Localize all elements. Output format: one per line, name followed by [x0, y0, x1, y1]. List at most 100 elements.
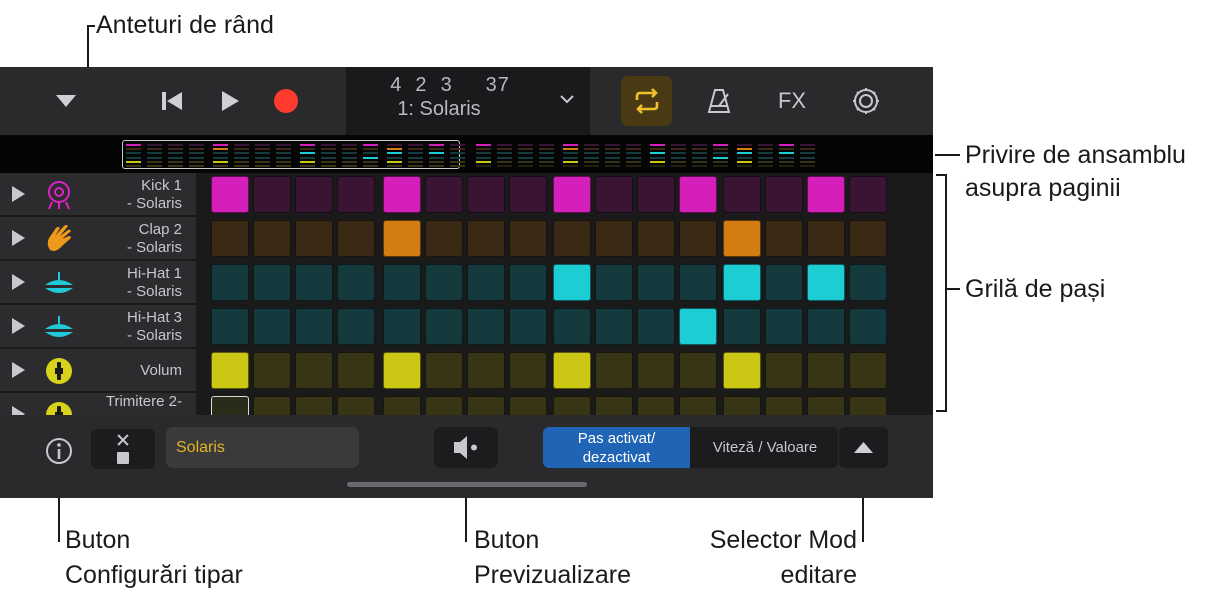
step-cell[interactable] — [211, 264, 249, 301]
step-cell[interactable] — [509, 308, 547, 345]
pattern-name-field[interactable]: Solaris — [166, 427, 359, 468]
expand-row-icon[interactable] — [12, 362, 25, 378]
step-cell[interactable] — [211, 352, 249, 389]
step-cell[interactable] — [295, 264, 333, 301]
expand-row-icon[interactable] — [12, 274, 25, 290]
step-cell[interactable] — [595, 220, 633, 257]
pattern-settings-button[interactable] — [44, 436, 74, 466]
step-cell[interactable] — [425, 264, 463, 301]
page-overview[interactable] — [0, 135, 933, 173]
step-cell[interactable] — [679, 220, 717, 257]
row-header[interactable]: Clap 2- Solaris — [0, 217, 196, 260]
go-to-beginning-button[interactable] — [156, 85, 188, 117]
step-cell[interactable] — [679, 352, 717, 389]
step-cell[interactable] — [383, 352, 421, 389]
step-cell[interactable] — [637, 352, 675, 389]
step-cell[interactable] — [337, 352, 375, 389]
step-cell[interactable] — [765, 264, 803, 301]
row-header[interactable]: Hi-Hat 1- Solaris — [0, 261, 196, 304]
step-cell[interactable] — [849, 264, 887, 301]
step-cell[interactable] — [553, 220, 591, 257]
step-cell[interactable] — [553, 176, 591, 213]
step-cell[interactable] — [467, 220, 505, 257]
step-cell[interactable] — [765, 176, 803, 213]
row-header[interactable]: Kick 1- Solaris — [0, 173, 196, 216]
step-cell[interactable] — [849, 220, 887, 257]
loop-button[interactable] — [621, 76, 672, 126]
step-cell[interactable] — [383, 176, 421, 213]
step-cell[interactable] — [509, 176, 547, 213]
step-cell[interactable] — [723, 308, 761, 345]
step-cell[interactable] — [765, 308, 803, 345]
play-button[interactable] — [214, 85, 246, 117]
step-cell[interactable] — [295, 220, 333, 257]
step-cell[interactable] — [723, 352, 761, 389]
step-cell[interactable] — [211, 176, 249, 213]
step-cell[interactable] — [253, 220, 291, 257]
step-cell[interactable] — [253, 176, 291, 213]
step-cell[interactable] — [807, 176, 845, 213]
step-cell[interactable] — [595, 308, 633, 345]
expand-row-icon[interactable] — [12, 230, 25, 246]
step-cell[interactable] — [295, 308, 333, 345]
step-cell[interactable] — [765, 220, 803, 257]
step-cell[interactable] — [337, 264, 375, 301]
step-cell[interactable] — [849, 308, 887, 345]
step-cell[interactable] — [637, 176, 675, 213]
step-cell[interactable] — [467, 352, 505, 389]
fx-button[interactable]: FX — [772, 85, 812, 117]
step-cell[interactable] — [553, 308, 591, 345]
step-cell[interactable] — [553, 352, 591, 389]
step-cell[interactable] — [253, 308, 291, 345]
metronome-button[interactable] — [703, 85, 735, 117]
step-cell[interactable] — [849, 176, 887, 213]
step-cell[interactable] — [637, 264, 675, 301]
step-cell[interactable] — [383, 264, 421, 301]
expand-row-icon[interactable] — [12, 318, 25, 334]
step-cell[interactable] — [253, 264, 291, 301]
expand-modes-button[interactable] — [839, 427, 888, 468]
step-cell[interactable] — [467, 176, 505, 213]
step-cell[interactable] — [295, 352, 333, 389]
menu-button[interactable] — [50, 85, 82, 117]
step-cell[interactable] — [425, 352, 463, 389]
mode-velocity-value[interactable]: Viteză / Valoare — [692, 427, 838, 468]
step-cell[interactable] — [807, 308, 845, 345]
step-cell[interactable] — [807, 352, 845, 389]
expand-row-icon[interactable] — [12, 186, 25, 202]
mode-step-on-off[interactable]: Pas activat/ dezactivat — [543, 427, 690, 468]
step-cell[interactable] — [637, 220, 675, 257]
step-cell[interactable] — [723, 176, 761, 213]
row-header[interactable]: Volum — [0, 349, 196, 392]
step-cell[interactable] — [807, 220, 845, 257]
step-cell[interactable] — [595, 352, 633, 389]
step-cell[interactable] — [637, 308, 675, 345]
step-cell[interactable] — [553, 264, 591, 301]
preview-button[interactable] — [434, 427, 498, 468]
step-cell[interactable] — [807, 264, 845, 301]
step-cell[interactable] — [595, 176, 633, 213]
row-header[interactable]: Hi-Hat 3- Solaris — [0, 305, 196, 348]
step-cell[interactable] — [383, 308, 421, 345]
lcd-display[interactable]: 4 2 3 37 1: Solaris — [346, 67, 590, 135]
step-cell[interactable] — [337, 176, 375, 213]
step-cell[interactable] — [425, 176, 463, 213]
step-cell[interactable] — [425, 220, 463, 257]
step-cell[interactable] — [679, 264, 717, 301]
step-cell[interactable] — [723, 264, 761, 301]
record-button[interactable] — [270, 85, 302, 117]
step-cell[interactable] — [723, 220, 761, 257]
step-cell[interactable] — [383, 220, 421, 257]
step-cell[interactable] — [849, 352, 887, 389]
step-cell[interactable] — [509, 352, 547, 389]
step-cell[interactable] — [765, 352, 803, 389]
step-cell[interactable] — [467, 308, 505, 345]
step-cell[interactable] — [211, 308, 249, 345]
step-cell[interactable] — [509, 264, 547, 301]
step-cell[interactable] — [295, 176, 333, 213]
step-cell[interactable] — [211, 220, 249, 257]
step-cell[interactable] — [509, 220, 547, 257]
step-cell[interactable] — [425, 308, 463, 345]
step-cell[interactable] — [679, 308, 717, 345]
clear-pattern-button[interactable] — [91, 429, 155, 469]
